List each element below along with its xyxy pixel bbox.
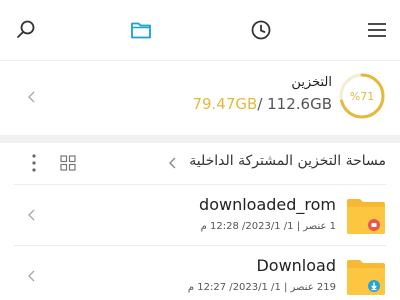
storage-used: 79.47GB	[192, 95, 258, 113]
breadcrumb-current-path[interactable]: مساحة التخزين المشتركة الداخلية	[189, 153, 386, 169]
top-navigation	[0, 0, 400, 60]
chevron-left-icon	[28, 270, 35, 282]
storage-amounts: 79.47GB/ 112.6GB	[192, 95, 332, 113]
file-name: Download	[256, 256, 336, 275]
folder-icon	[347, 199, 385, 234]
breadcrumb-chevron-icon	[169, 157, 176, 169]
path-bar: مساحة التخزين المشتركة الداخلية	[0, 143, 400, 183]
file-name: downloaded_rom	[199, 195, 336, 214]
list-item-download[interactable]: Download 219 عنصر | 1/ 2023/1/ 12:27 م	[0, 246, 400, 300]
section-divider	[0, 135, 400, 143]
chevron-left-icon	[28, 209, 35, 221]
storage-title: التخزين	[291, 75, 332, 90]
storage-total: / 112.6GB	[257, 95, 332, 113]
more-options-icon[interactable]	[24, 151, 44, 175]
folder-icon[interactable]	[129, 18, 153, 42]
chevron-left-icon	[28, 91, 35, 103]
menu-icon[interactable]	[365, 18, 389, 42]
file-meta: 1 عنصر | 1/ 2023/1/ 12:28 م	[200, 221, 336, 232]
storage-percent-label: %71	[349, 89, 375, 103]
list-item-downloaded-rom[interactable]: downloaded_rom 1 عنصر | 1/ 2023/1/ 12:28…	[0, 185, 400, 245]
grid-view-icon[interactable]	[59, 154, 77, 172]
file-manager-screen: التخزين 79.47GB/ 112.6GB %71 مساحة التخز…	[0, 0, 400, 300]
storage-summary[interactable]: التخزين 79.47GB/ 112.6GB %71	[0, 60, 400, 135]
folder-icon	[347, 260, 385, 295]
search-icon[interactable]	[14, 18, 38, 42]
file-meta: 219 عنصر | 1/ 2023/1/ 12:27 م	[187, 282, 336, 293]
clock-icon[interactable]	[249, 18, 273, 42]
